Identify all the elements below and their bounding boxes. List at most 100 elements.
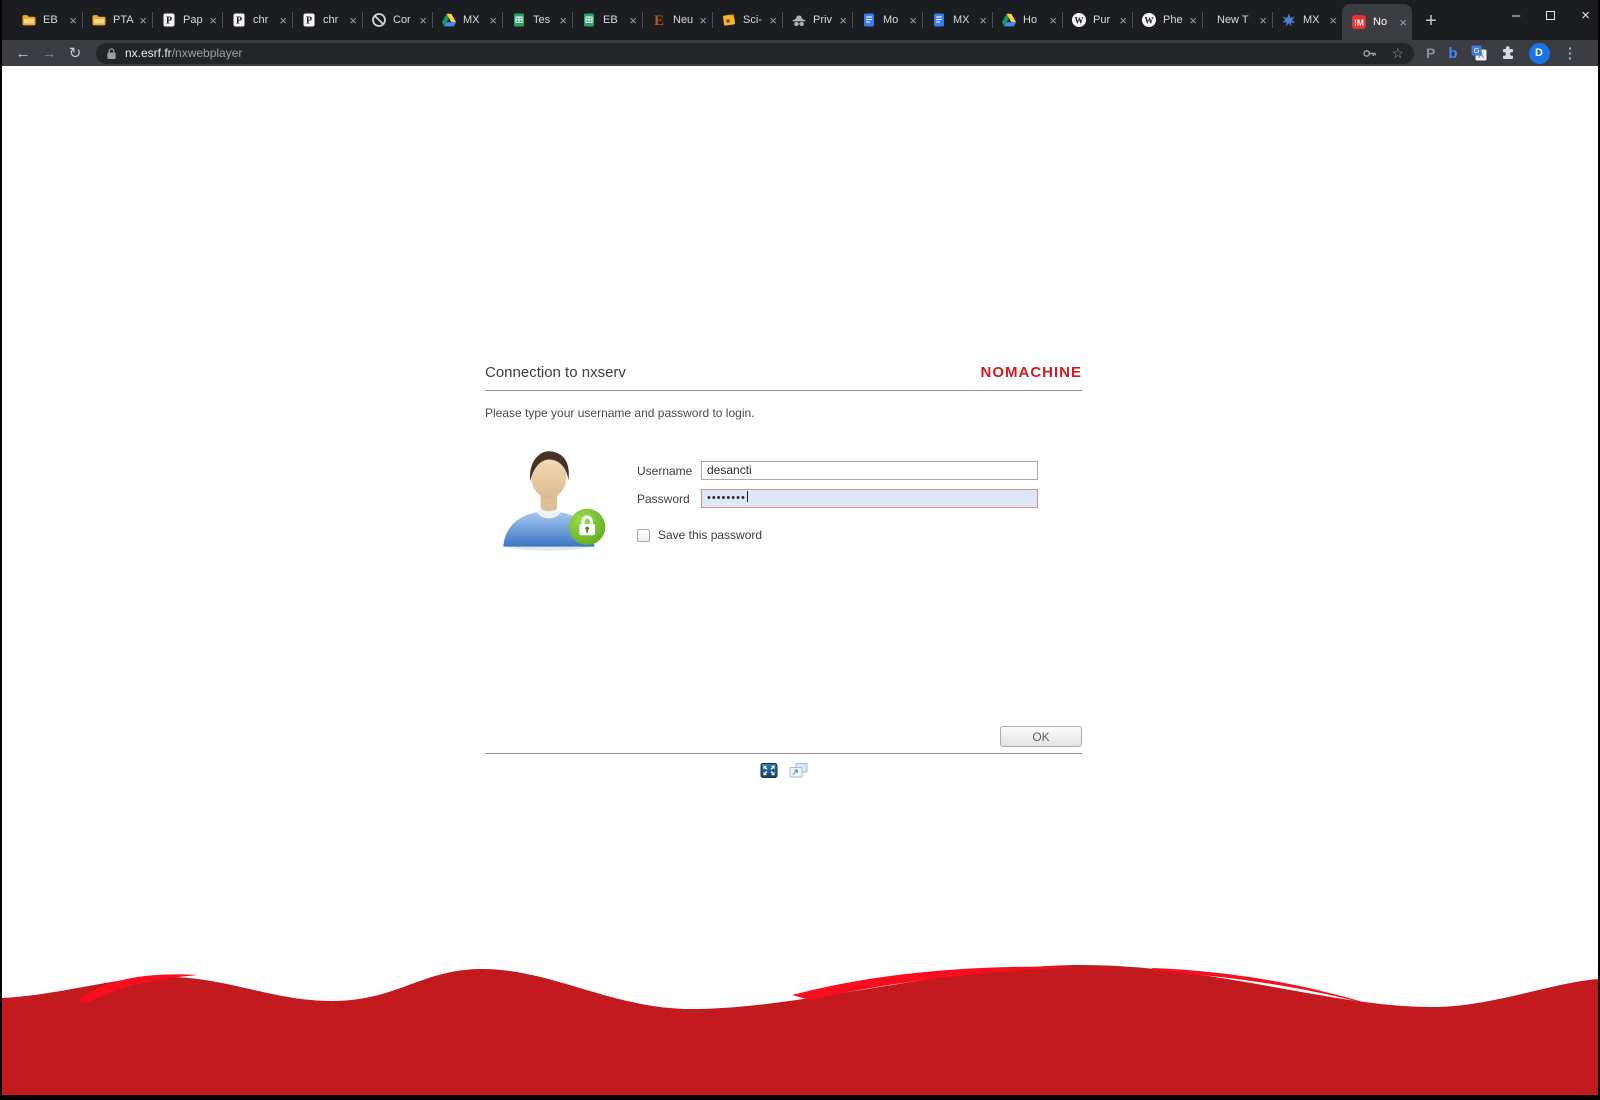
profile-avatar[interactable]: D — [1528, 42, 1550, 64]
new-tab-button[interactable]: + — [1416, 6, 1446, 36]
tab-close-icon[interactable]: × — [699, 14, 707, 27]
ok-button[interactable]: OK — [1000, 726, 1082, 747]
wikipedia-favicon — [1071, 12, 1087, 28]
tab-label: Ho — [1023, 14, 1038, 26]
tab-close-icon[interactable]: × — [1189, 14, 1197, 27]
tab-pap[interactable]: Pap × — [152, 0, 222, 40]
tab-mx[interactable]: MX × — [922, 0, 992, 40]
username-row: Username desancti — [637, 461, 1038, 480]
folder-favicon — [21, 12, 37, 28]
tab-close-icon[interactable]: × — [1119, 14, 1127, 27]
tab-close-icon[interactable]: × — [839, 14, 847, 27]
tab-close-icon[interactable]: × — [769, 14, 777, 27]
b-extension-icon[interactable]: b — [1448, 45, 1457, 62]
tab-priv[interactable]: Priv × — [782, 0, 852, 40]
tab-close-icon[interactable]: × — [139, 14, 147, 27]
save-password-checkbox[interactable] — [637, 528, 650, 542]
folder-favicon — [91, 12, 107, 28]
red-wave-decoration — [2, 965, 1598, 1095]
tab-label: Pur — [1093, 14, 1111, 26]
login-panel: Connection to nxserv NOMACHINE Please ty… — [485, 364, 1082, 778]
webpage-content: Connection to nxserv NOMACHINE Please ty… — [2, 66, 1598, 1095]
window-controls: – × — [1512, 0, 1590, 30]
tab-pta[interactable]: PTA × — [82, 0, 152, 40]
back-arrow-icon[interactable]: ← — [10, 45, 36, 62]
tab-close-icon[interactable]: × — [909, 14, 917, 27]
tab-eb[interactable]: EB × — [572, 0, 642, 40]
forward-arrow-icon[interactable]: → — [36, 45, 62, 62]
display-settings-icon[interactable] — [789, 763, 807, 778]
sheets-favicon — [581, 12, 597, 28]
tab-label: PTA — [113, 14, 134, 26]
tab-eb[interactable]: EB × — [12, 0, 82, 40]
tab-mo[interactable]: Mo × — [852, 0, 922, 40]
tab-no[interactable]: No × — [1342, 4, 1412, 40]
tab-sci-[interactable]: Sci- × — [712, 0, 782, 40]
extensions-puzzle-icon[interactable] — [1500, 45, 1516, 61]
tab-close-icon[interactable]: × — [1399, 16, 1407, 29]
browser-window: EB × PTA × Pap × chr × chr × Cor × MX × … — [2, 0, 1598, 1095]
tab-close-icon[interactable]: × — [489, 14, 497, 27]
password-input[interactable]: •••••••• — [701, 489, 1038, 508]
paper-favicon — [301, 12, 317, 28]
translate-extension-icon[interactable]: A G — [1471, 45, 1487, 61]
tab-tes[interactable]: Tes × — [502, 0, 572, 40]
tab-close-icon[interactable]: × — [979, 14, 987, 27]
tab-label: Cor — [393, 14, 411, 26]
tab-label: Mo — [883, 14, 899, 26]
tab-label: Priv — [813, 14, 832, 26]
tab-mx[interactable]: MX × — [1272, 0, 1342, 40]
paper-favicon — [161, 12, 177, 28]
docs-favicon — [861, 12, 877, 28]
url-domain: nx.esrf.fr — [125, 46, 172, 60]
wikipedia-favicon — [1141, 12, 1157, 28]
maximize-button[interactable] — [1546, 10, 1556, 20]
tab-chr[interactable]: chr × — [222, 0, 292, 40]
save-password-label: Save this password — [658, 528, 763, 542]
tab-phe[interactable]: Phe × — [1132, 0, 1202, 40]
username-input[interactable]: desancti — [701, 461, 1038, 480]
url-path: /nxwebplayer — [171, 46, 243, 60]
tab-cor[interactable]: Cor × — [362, 0, 432, 40]
docs-favicon — [931, 12, 947, 28]
drive-favicon — [441, 12, 457, 28]
tab-close-icon[interactable]: × — [349, 14, 357, 27]
fullscreen-icon[interactable] — [760, 763, 777, 778]
bookmark-star-icon[interactable]: ☆ — [1391, 45, 1404, 62]
tab-close-icon[interactable]: × — [1259, 14, 1267, 27]
p-extension-icon[interactable]: P — [1426, 45, 1435, 61]
tab-label: New T — [1217, 14, 1249, 26]
tab-close-icon[interactable]: × — [209, 14, 217, 27]
sheets-favicon — [511, 12, 527, 28]
tab-label: MX — [953, 14, 970, 26]
close-window-button[interactable]: × — [1581, 8, 1590, 23]
tab-label: Sci- — [743, 14, 762, 26]
drive-favicon — [1001, 12, 1017, 28]
reload-icon[interactable]: ↻ — [62, 44, 88, 62]
nomachine-logo: NOMACHINE — [980, 364, 1082, 381]
extensions-area: P b A G D ⋮ — [1426, 42, 1578, 64]
save-password-row: Save this password — [637, 528, 762, 542]
minimize-button[interactable]: – — [1512, 8, 1520, 23]
browser-toolbar: ← → ↻ nx.esrf.fr/nxwebplayer ☆ P b A G D… — [2, 40, 1598, 66]
tab-close-icon[interactable]: × — [1049, 14, 1057, 27]
tab-pur[interactable]: Pur × — [1062, 0, 1132, 40]
tab-close-icon[interactable]: × — [559, 14, 567, 27]
user-lock-illustration — [495, 448, 611, 552]
address-bar[interactable]: nx.esrf.fr/nxwebplayer ☆ — [96, 42, 1414, 64]
note-favicon — [721, 12, 737, 28]
password-key-icon[interactable] — [1362, 46, 1377, 61]
tab-close-icon[interactable]: × — [419, 14, 427, 27]
tab-close-icon[interactable]: × — [1329, 14, 1337, 27]
tab-mx[interactable]: MX × — [432, 0, 502, 40]
tab-new-t[interactable]: New T × — [1202, 0, 1272, 40]
tab-chr[interactable]: chr × — [292, 0, 362, 40]
panel-header: Connection to nxserv NOMACHINE — [485, 364, 1082, 381]
tab-ho[interactable]: Ho × — [992, 0, 1062, 40]
tab-close-icon[interactable]: × — [69, 14, 77, 27]
tab-close-icon[interactable]: × — [629, 14, 637, 27]
tab-neu[interactable]: Neu × — [642, 0, 712, 40]
tab-label: EB — [43, 14, 58, 26]
browser-menu-icon[interactable]: ⋮ — [1563, 44, 1578, 62]
tab-close-icon[interactable]: × — [279, 14, 287, 27]
